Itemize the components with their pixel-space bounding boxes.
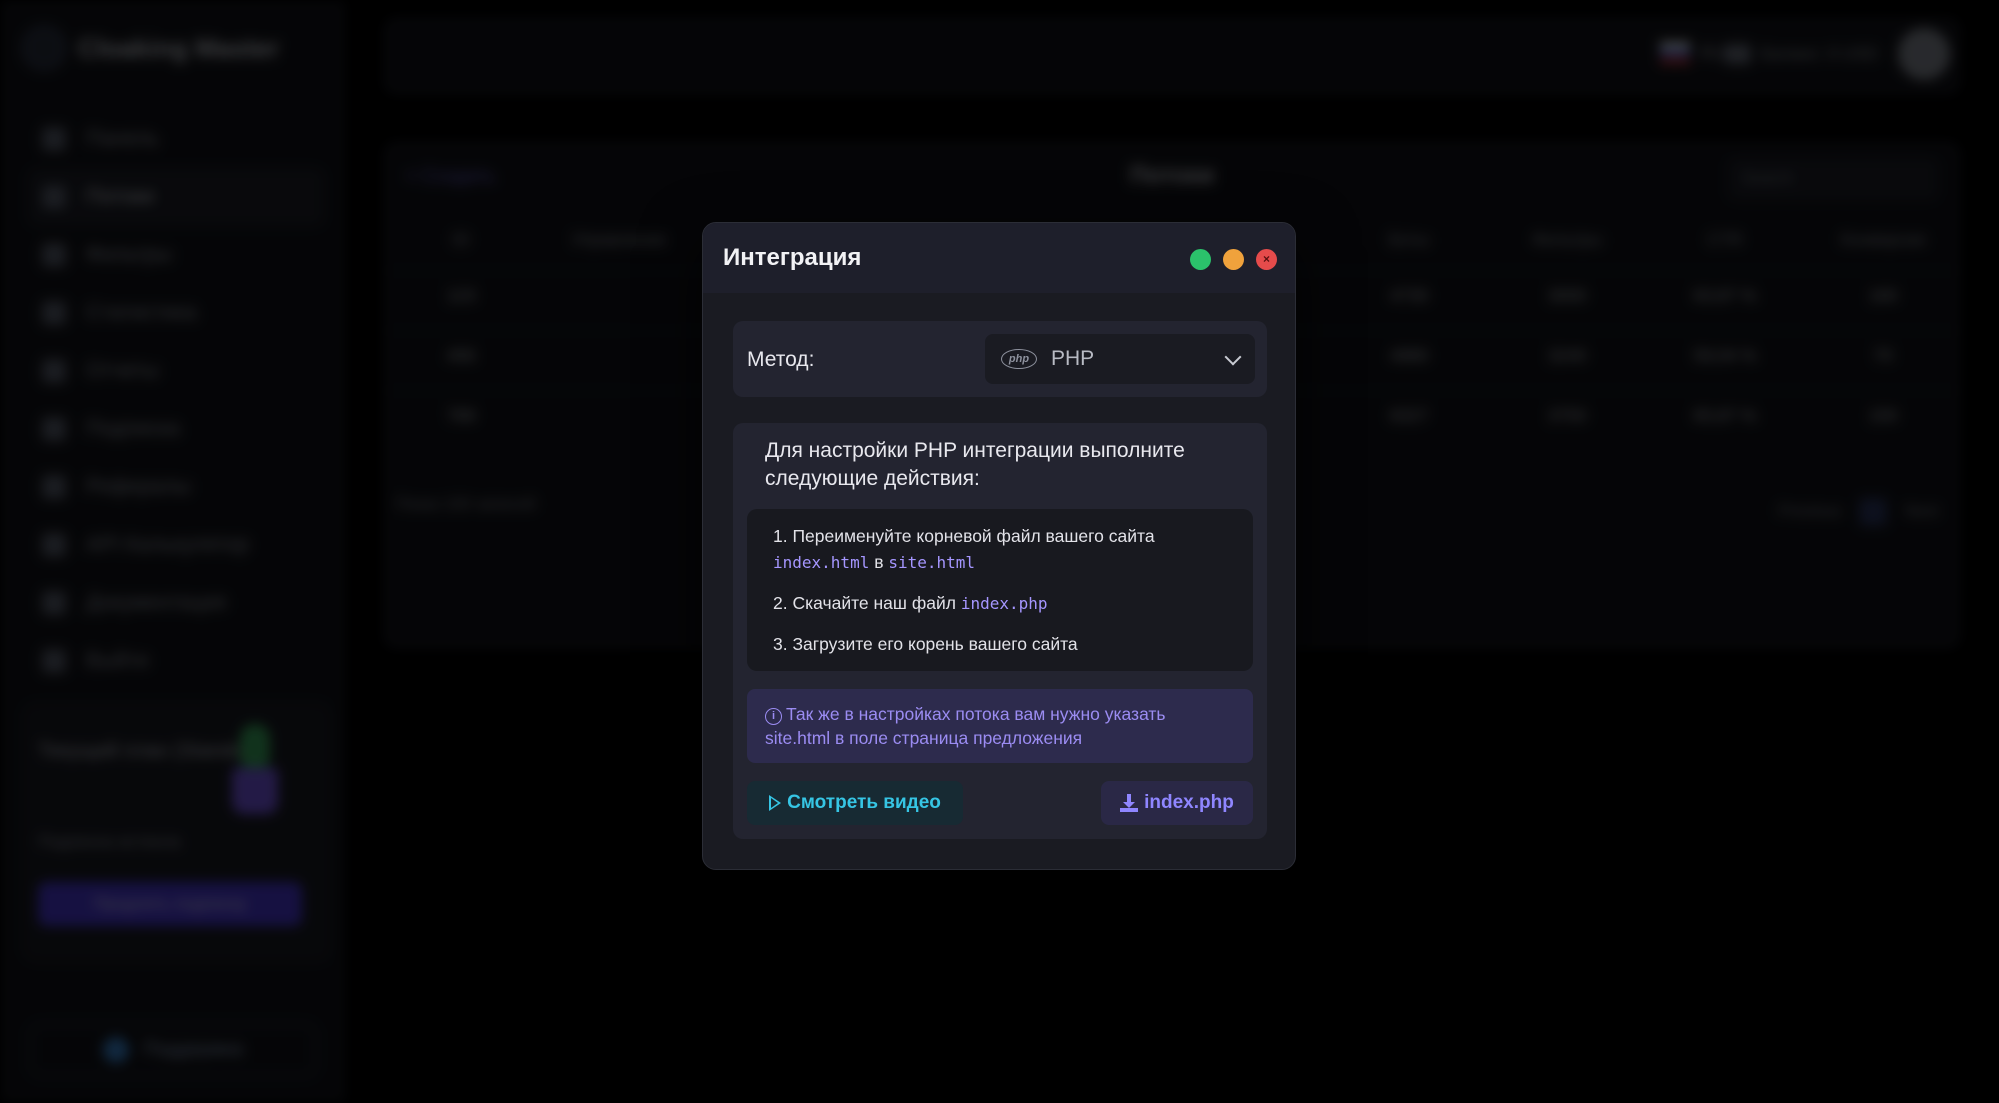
php-logo-icon: php xyxy=(1001,349,1037,369)
method-select[interactable]: php PHP xyxy=(985,334,1255,384)
step-3: 3. Загрузите его корень вашего сайта xyxy=(773,634,1078,654)
modal-title: Интеграция xyxy=(723,244,862,271)
download-icon xyxy=(1120,794,1139,812)
modal-header: Интеграция × xyxy=(703,223,1295,293)
info-notice: i Так же в настройках потока вам нужно ук… xyxy=(747,689,1253,763)
download-index-php-button[interactable]: index.php xyxy=(1101,781,1253,825)
watch-video-button[interactable]: Смотреть видео xyxy=(747,781,963,825)
window-controls: × xyxy=(1190,249,1277,270)
step-1: 1. Переименуйте корневой файл вашего сай… xyxy=(773,526,1155,572)
steps-list: 1. Переименуйте корневой файл вашего сай… xyxy=(747,509,1253,671)
step-2: 2. Скачайте наш файл index.php xyxy=(773,593,1048,613)
code-index-html: index.html xyxy=(773,553,870,572)
instructions-card: Для настройки PHP интеграции выполните с… xyxy=(733,423,1267,839)
notice-text: Так же в настройках потока вам нужно ука… xyxy=(765,704,1166,748)
chevron-down-icon xyxy=(1224,348,1242,366)
method-value: PHP xyxy=(1051,347,1095,370)
instructions-intro: Для настройки PHP интеграции выполните с… xyxy=(765,439,1185,490)
method-label: Метод: xyxy=(747,348,815,371)
maximize-button[interactable] xyxy=(1190,249,1211,270)
minimize-button[interactable] xyxy=(1223,249,1244,270)
info-icon: i xyxy=(765,708,782,725)
play-icon xyxy=(769,795,782,811)
code-index-php: index.php xyxy=(960,594,1048,613)
close-button[interactable]: × xyxy=(1256,249,1277,270)
integration-modal: Интеграция × Метод: php PHP Для настройк… xyxy=(702,222,1296,870)
method-row: Метод: php PHP xyxy=(733,321,1267,397)
code-site-html: site.html xyxy=(888,553,976,572)
